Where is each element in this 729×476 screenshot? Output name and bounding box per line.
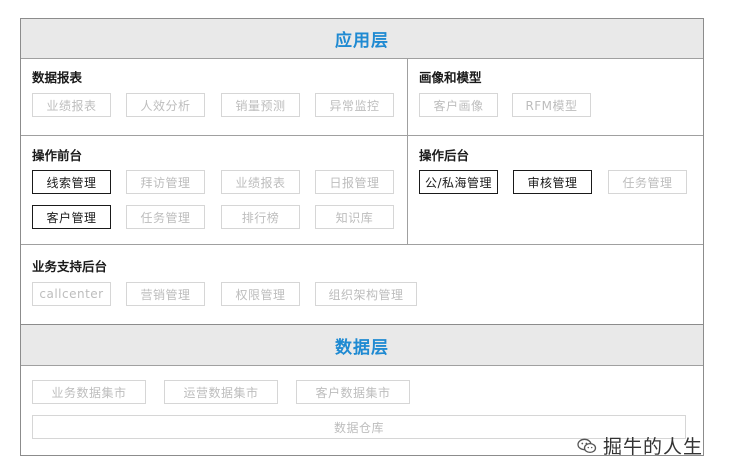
chip-performance-report-2[interactable]: 业绩报表 [221,170,300,194]
watermark: 掘牛的人生 [577,432,703,459]
chip-task-management-back[interactable]: 任务管理 [608,170,687,194]
data-layer-title: 数据层 [335,337,389,358]
application-layer-title: 应用层 [335,31,389,51]
chip-public-private-pool[interactable]: 公/私海管理 [419,170,498,194]
chip-audit-management[interactable]: 审核管理 [513,170,592,194]
chip-customer-portrait[interactable]: 客户画像 [419,93,498,117]
data-layer-header: 数据层 [21,325,703,366]
chip-anomaly-monitor[interactable]: 异常监控 [315,93,394,117]
portrait-model-title: 画像和模型 [419,70,482,85]
watermark-text: 掘牛的人生 [602,436,703,458]
application-layer-panel: 应用层 数据报表 业绩报表 人效分析 销量预测 异常监控 画像和模型 客户画像 … [20,18,704,325]
chip-customer-data-mart[interactable]: 客户数据集市 [296,380,410,404]
chip-lead-management[interactable]: 线索管理 [32,170,111,194]
chip-marketing-management[interactable]: 营销管理 [126,282,205,306]
column-divider-top [407,58,408,245]
chip-visit-management[interactable]: 拜访管理 [126,170,205,194]
chip-business-data-mart[interactable]: 业务数据集市 [32,380,146,404]
chip-customer-management[interactable]: 客户管理 [32,205,111,229]
chip-sales-forecast[interactable]: 销量预测 [221,93,300,117]
row-divider-1 [21,135,703,136]
ops-back-title: 操作后台 [419,148,470,163]
row-divider-2 [21,244,703,245]
chip-callcenter[interactable]: callcenter [32,282,111,306]
chip-rfm-model[interactable]: RFM模型 [512,93,591,117]
chip-performance-report[interactable]: 业绩报表 [32,93,111,117]
wechat-icon [577,438,597,453]
chip-knowledge-base[interactable]: 知识库 [315,205,394,229]
biz-support-title: 业务支持后台 [32,259,108,274]
chip-operation-data-mart[interactable]: 运营数据集市 [164,380,278,404]
chip-org-structure-management[interactable]: 组织架构管理 [315,282,417,306]
chip-leaderboard[interactable]: 排行榜 [221,205,300,229]
application-layer-header: 应用层 [21,19,703,59]
chip-daily-report[interactable]: 日报管理 [315,170,394,194]
data-reports-title: 数据报表 [32,70,83,85]
chip-efficiency-analysis[interactable]: 人效分析 [126,93,205,117]
chip-task-management[interactable]: 任务管理 [126,205,205,229]
ops-front-title: 操作前台 [32,148,83,163]
chip-permission-management[interactable]: 权限管理 [221,282,300,306]
